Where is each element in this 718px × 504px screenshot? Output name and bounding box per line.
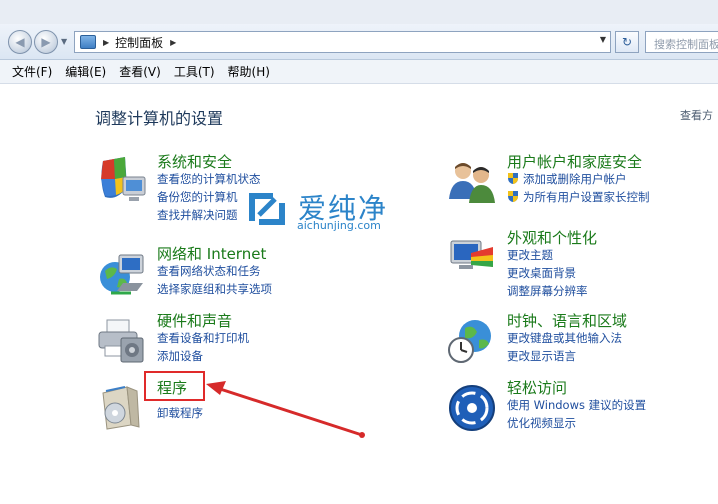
menu-tools[interactable]: 工具(T) bbox=[174, 63, 215, 80]
category-title[interactable]: 外观和个性化 bbox=[507, 227, 597, 248]
menu-file[interactable]: 文件(F) bbox=[12, 63, 52, 80]
category-link[interactable]: 更改显示语言 bbox=[507, 348, 576, 364]
control-panel-content: 调整计算机的设置 查看方 系统和安全 查看您的计算机状态 备份您的计算机 查找并… bbox=[0, 85, 718, 504]
forward-arrow-icon: ▶ bbox=[41, 35, 51, 49]
printer-icon bbox=[98, 319, 144, 363]
menu-bar: 文件(F) 编辑(E) 查看(V) 工具(T) 帮助(H) bbox=[0, 60, 718, 84]
category-link[interactable]: 为所有用户设置家长控制 bbox=[523, 189, 650, 205]
category-link[interactable]: 备份您的计算机 bbox=[157, 189, 238, 205]
network-globe-icon bbox=[100, 254, 144, 295]
users-icon bbox=[449, 163, 495, 203]
search-input[interactable]: 搜索控制面板 bbox=[645, 31, 718, 53]
system-security-shield-icon bbox=[101, 157, 146, 201]
clock-globe-icon bbox=[448, 320, 491, 363]
annotation-highlight-box bbox=[144, 371, 205, 401]
watermark-url: aichunjing.com bbox=[297, 219, 381, 232]
address-dropdown-icon[interactable]: ▼ bbox=[600, 35, 606, 44]
address-toolbar: ◀ ▶ ▼ ▶ 控制面板 ▶ ▼ ↻ 搜索控制面板 bbox=[0, 24, 718, 60]
category-title[interactable]: 用户帐户和家庭安全 bbox=[507, 151, 642, 172]
watermark-logo-icon bbox=[249, 193, 285, 225]
arrow-head-icon bbox=[206, 381, 226, 395]
view-by-label[interactable]: 查看方 bbox=[680, 107, 713, 123]
refresh-icon: ↻ bbox=[621, 35, 633, 49]
back-arrow-icon: ◀ bbox=[15, 35, 25, 49]
refresh-button[interactable]: ↻ bbox=[615, 31, 639, 53]
breadcrumb-control-panel[interactable]: 控制面板 bbox=[115, 34, 163, 51]
category-link[interactable]: 更改桌面背景 bbox=[507, 265, 576, 281]
back-button[interactable]: ◀ bbox=[8, 30, 32, 54]
menu-view[interactable]: 查看(V) bbox=[119, 63, 161, 80]
forward-button[interactable]: ▶ bbox=[34, 30, 58, 54]
address-bar[interactable]: ▶ 控制面板 ▶ ▼ bbox=[74, 31, 611, 53]
category-link[interactable]: 调整屏幕分辨率 bbox=[507, 283, 588, 299]
category-link[interactable]: 更改键盘或其他输入法 bbox=[507, 330, 622, 346]
category-link[interactable]: 优化视频显示 bbox=[507, 415, 576, 431]
category-link[interactable]: 添加设备 bbox=[157, 348, 203, 364]
category-title[interactable]: 网络和 Internet bbox=[157, 243, 266, 264]
control-panel-icon bbox=[80, 35, 96, 49]
category-link[interactable]: 选择家庭组和共享选项 bbox=[157, 281, 272, 297]
category-link[interactable]: 查找并解决问题 bbox=[157, 207, 238, 223]
category-title[interactable]: 系统和安全 bbox=[157, 151, 232, 172]
category-title[interactable]: 轻松访问 bbox=[507, 377, 567, 398]
ease-of-access-icon bbox=[449, 385, 495, 431]
uac-shield-icon bbox=[508, 191, 518, 202]
breadcrumb-separator-icon[interactable]: ▶ bbox=[170, 38, 176, 47]
programs-box-icon bbox=[102, 386, 140, 430]
menu-edit[interactable]: 编辑(E) bbox=[65, 63, 106, 80]
category-link[interactable]: 更改主题 bbox=[507, 247, 553, 263]
category-link[interactable]: 查看网络状态和任务 bbox=[157, 263, 261, 279]
recent-pages-dropdown-icon[interactable]: ▼ bbox=[61, 37, 67, 46]
category-title[interactable]: 硬件和声音 bbox=[157, 310, 232, 331]
breadcrumb-separator-icon[interactable]: ▶ bbox=[103, 38, 109, 47]
category-link[interactable]: 卸载程序 bbox=[157, 405, 203, 421]
menu-help[interactable]: 帮助(H) bbox=[228, 63, 270, 80]
category-link[interactable]: 使用 Windows 建议的设置 bbox=[507, 397, 646, 413]
category-link[interactable]: 添加或删除用户帐户 bbox=[523, 171, 627, 187]
category-link[interactable]: 查看您的计算机状态 bbox=[157, 171, 261, 187]
uac-shield-icon bbox=[508, 173, 518, 184]
search-placeholder: 搜索控制面板 bbox=[654, 38, 718, 51]
category-link[interactable]: 查看设备和打印机 bbox=[157, 330, 249, 346]
background-document-strip bbox=[0, 0, 718, 24]
page-title: 调整计算机的设置 bbox=[95, 109, 224, 128]
category-title[interactable]: 时钟、语言和区域 bbox=[507, 310, 627, 331]
appearance-monitor-icon bbox=[450, 240, 493, 269]
